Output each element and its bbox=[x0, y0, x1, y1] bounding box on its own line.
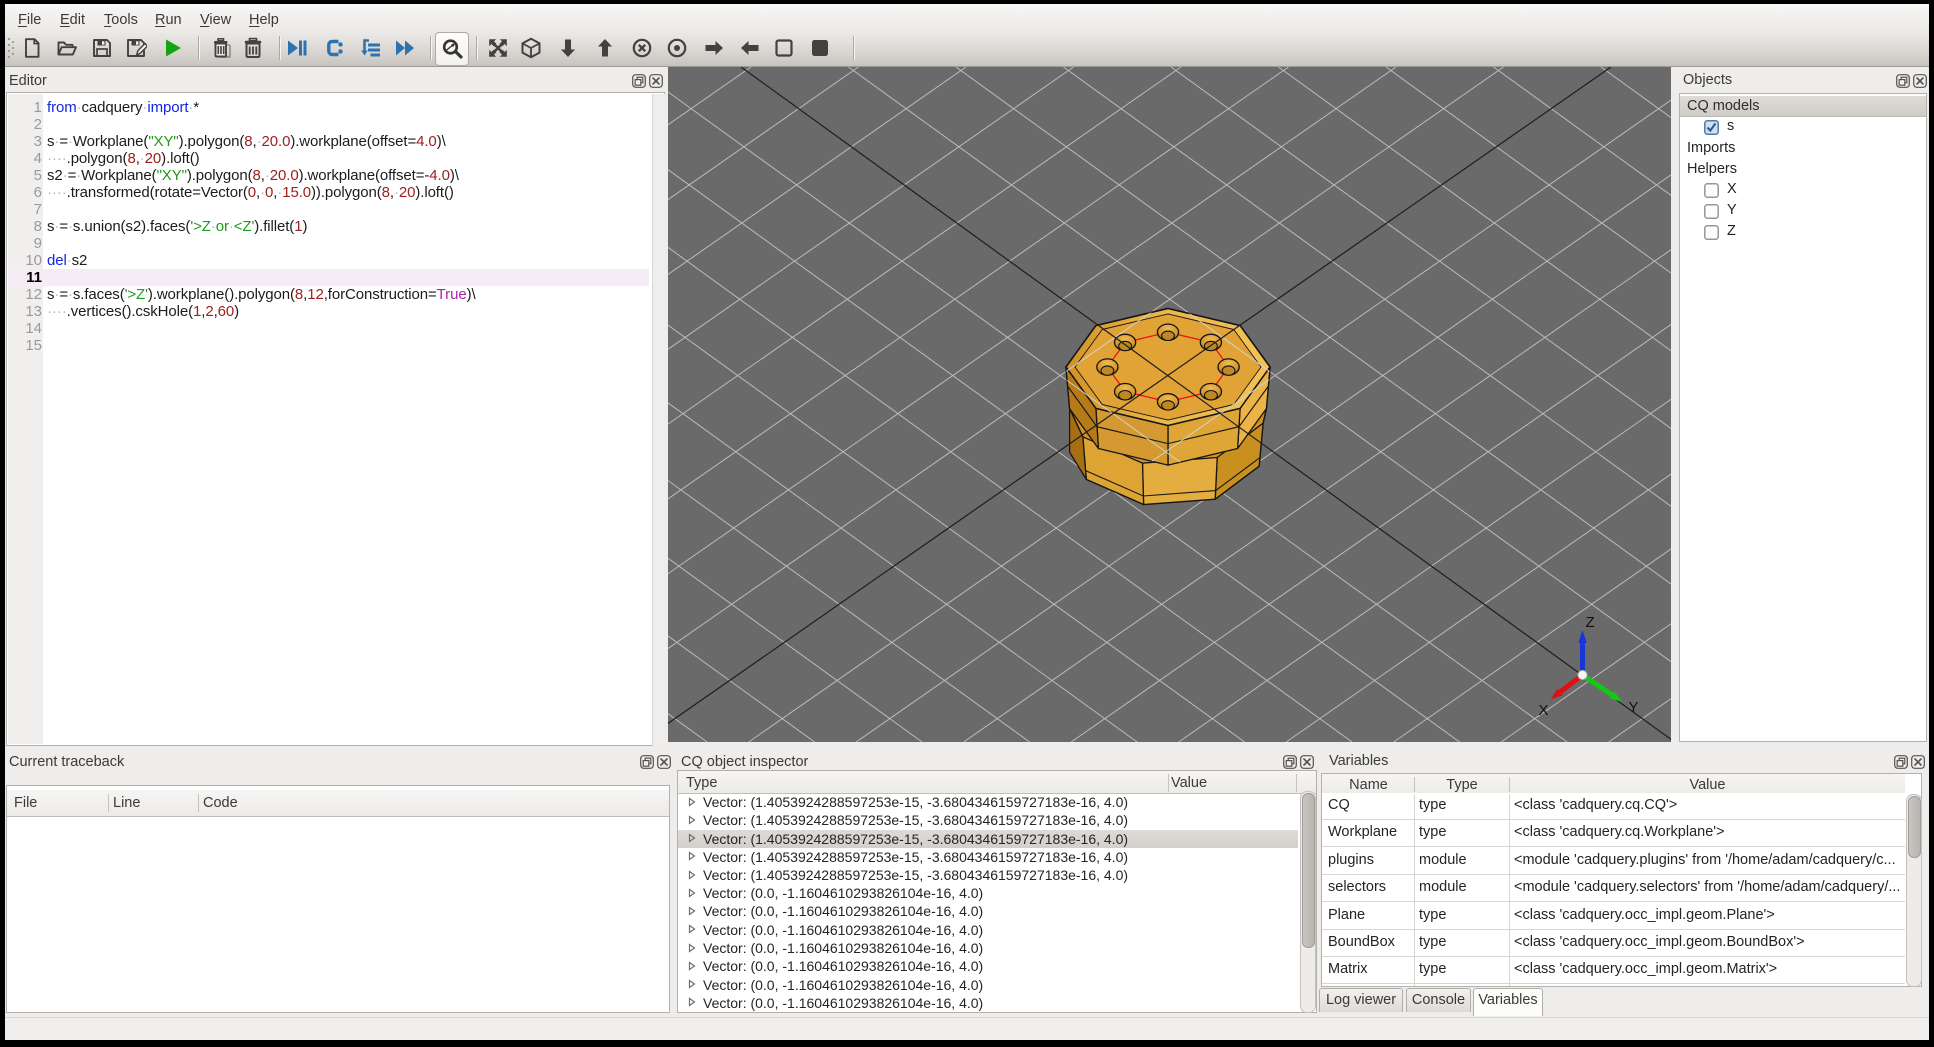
svg-text:Z: Z bbox=[1586, 614, 1595, 631]
svg-text:X: X bbox=[1539, 702, 1549, 719]
svg-text:Y: Y bbox=[1629, 699, 1639, 716]
